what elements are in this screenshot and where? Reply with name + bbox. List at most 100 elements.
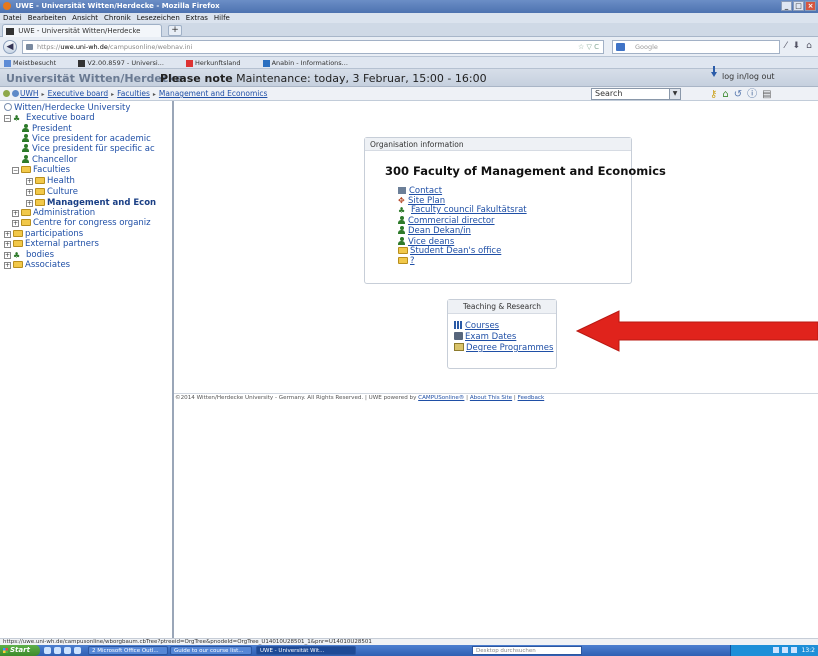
menu-chronik[interactable]: Chronik [104, 13, 131, 23]
reload-icon[interactable]: C [594, 43, 599, 51]
breadcrumb-faculties[interactable]: Faculties [117, 89, 150, 98]
tree-root[interactable]: Witten/Herdecke University [4, 103, 130, 113]
taskbar-item-firefox[interactable]: UWE - Universität Wit... [256, 646, 356, 655]
expand-icon[interactable]: + [4, 231, 11, 238]
collapse-icon[interactable]: − [12, 167, 19, 174]
url-host: uwe.uni-wh.de [60, 43, 108, 51]
login-logout-link[interactable]: log in/log out [722, 72, 775, 81]
about-link[interactable]: About This Site [470, 395, 512, 401]
home-browser-icon[interactable]: ⌂ [806, 41, 818, 51]
info-icon[interactable]: ⓘ [747, 88, 757, 102]
dean-link[interactable]: Dean Dekan/in [408, 226, 471, 236]
menu-hilfe[interactable]: Hilfe [214, 13, 230, 23]
pen-icon[interactable]: ⁄ [785, 41, 793, 51]
bookmarks-bar: Meistbesucht V2.00.8597 - Universi... He… [0, 57, 818, 69]
vice-deans-link[interactable]: Vice deans [408, 237, 454, 247]
menu-ansicht[interactable]: Ansicht [72, 13, 98, 23]
url-path: /campusonline/webnav.ini [107, 43, 193, 51]
expand-icon[interactable]: + [12, 210, 19, 217]
expand-icon[interactable]: + [26, 178, 33, 185]
tree-item-vp-academic[interactable]: Vice president for academic [22, 134, 151, 144]
exam-dates-link[interactable]: Exam Dates [465, 332, 516, 342]
expand-icon[interactable]: + [26, 200, 33, 207]
bookmark-item[interactable]: Meistbesucht [4, 59, 66, 67]
chevron-down-icon[interactable]: ▼ [669, 89, 680, 99]
site-plan-link[interactable]: Site Plan [408, 196, 445, 206]
commercial-director-link[interactable]: Commercial director [408, 216, 495, 226]
print-icon[interactable]: ▤ [762, 88, 771, 102]
start-button[interactable]: Start [0, 645, 40, 656]
forward-icon[interactable] [3, 90, 10, 97]
url-bar[interactable]: https://uwe.uni-wh.de/campusonline/webna… [22, 40, 604, 54]
home-icon[interactable]: ⌂ [722, 88, 728, 102]
quicklaunch-icon[interactable] [74, 647, 81, 654]
quicklaunch-icon[interactable] [54, 647, 61, 654]
tray-icon[interactable] [790, 647, 797, 653]
student-deans-office-link[interactable]: Student Dean's office [410, 246, 501, 256]
close-icon[interactable]: × [805, 1, 816, 11]
key-icon[interactable]: ⚷ [710, 88, 717, 102]
folder-icon [398, 247, 408, 254]
tree-item-management[interactable]: + Management and Econ [26, 198, 156, 208]
tree-item-administration[interactable]: + Administration [12, 208, 95, 218]
download-icon[interactable]: ⬇ [793, 41, 807, 51]
campusonline-link[interactable]: CAMPUSonline® [418, 395, 464, 401]
menu-extras[interactable]: Extras [186, 13, 208, 23]
feedback-link[interactable]: Feedback [518, 395, 545, 401]
refresh-icon[interactable]: ↺ [734, 88, 742, 102]
degree-programmes-link[interactable]: Degree Programmes [466, 343, 553, 353]
backward-icon[interactable] [12, 90, 19, 97]
search-placeholder: Google [635, 43, 658, 51]
tree-item-associates[interactable]: + Associates [4, 260, 70, 270]
star-icon[interactable]: ☆ [578, 43, 584, 51]
expand-icon[interactable]: + [4, 262, 11, 269]
bookmark-icon [186, 59, 193, 67]
menu-datei[interactable]: Datei [3, 13, 22, 23]
breadcrumb-uwh[interactable]: UWH [20, 89, 39, 98]
bookmark-item[interactable]: V2.00.8597 - Universi... [78, 59, 174, 67]
unknown-link[interactable]: ? [410, 256, 415, 266]
tree-item-chancellor[interactable]: Chancellor [22, 155, 77, 165]
login-arrow-icon [711, 72, 717, 77]
tree-item-vp-specific[interactable]: Vice president für specific ac [22, 144, 155, 154]
expand-icon[interactable]: + [26, 189, 33, 196]
quicklaunch-icon[interactable] [44, 647, 51, 654]
expand-icon[interactable]: + [4, 241, 11, 248]
minimize-icon[interactable]: _ [781, 1, 792, 11]
faculty-council-link[interactable]: Faculty council Fakultätsrat [411, 205, 527, 215]
tree-item-congress[interactable]: + Centre for congress organiz [12, 218, 151, 228]
menu-bearbeiten[interactable]: Bearbeiten [28, 13, 66, 23]
app-header: Universität Witten/Herdecke Please note … [0, 66, 818, 87]
tree-item-faculties[interactable]: − Faculties [12, 165, 70, 175]
expand-icon[interactable]: + [12, 220, 19, 227]
bookmark-item[interactable]: Herkunftsland [186, 59, 251, 67]
taskbar-item-outlook[interactable]: 2 Microsoft Office Outl... [88, 646, 168, 655]
courses-link[interactable]: Courses [465, 321, 499, 331]
search-select[interactable]: Search ▼ [591, 88, 681, 100]
quicklaunch-icon[interactable] [64, 647, 71, 654]
tray-icon[interactable] [772, 647, 779, 653]
tree-item-bodies[interactable]: + ♣ bodies [4, 250, 54, 260]
tree-item-participations[interactable]: + participations [4, 229, 83, 239]
taskbar-item-guide[interactable]: Guide to our course list... [170, 646, 252, 655]
expand-icon[interactable]: + [4, 252, 11, 259]
bookmark-item[interactable]: Anabin - Informations... [262, 59, 358, 67]
breadcrumb-executive-board[interactable]: Executive board [48, 89, 109, 98]
menu-lesezeichen[interactable]: Lesezeichen [137, 13, 180, 23]
tree-label: Culture [47, 187, 78, 197]
tree-item-executive-board[interactable]: − ♣ Executive board [4, 113, 95, 123]
tree-item-external-partners[interactable]: + External partners [4, 239, 99, 249]
new-tab-button[interactable]: + [168, 25, 182, 36]
tree-item-president[interactable]: President [22, 124, 72, 134]
breadcrumb-management[interactable]: Management and Economics [159, 89, 268, 98]
tray-icon[interactable] [781, 647, 788, 653]
desktop-search-input[interactable]: Desktop durchsuchen [472, 646, 582, 655]
tree-item-culture[interactable]: + Culture [26, 187, 78, 197]
maximize-icon[interactable]: □ [793, 1, 804, 11]
tree-item-health[interactable]: + Health [26, 176, 75, 186]
contact-link[interactable]: Contact [409, 186, 442, 196]
collapse-icon[interactable]: − [4, 115, 11, 122]
back-arrow-icon[interactable]: ◀ [3, 40, 17, 54]
browser-tab[interactable]: UWE - Universität Witten/Herdecke [2, 24, 162, 37]
web-search-input[interactable]: Google [612, 40, 780, 54]
